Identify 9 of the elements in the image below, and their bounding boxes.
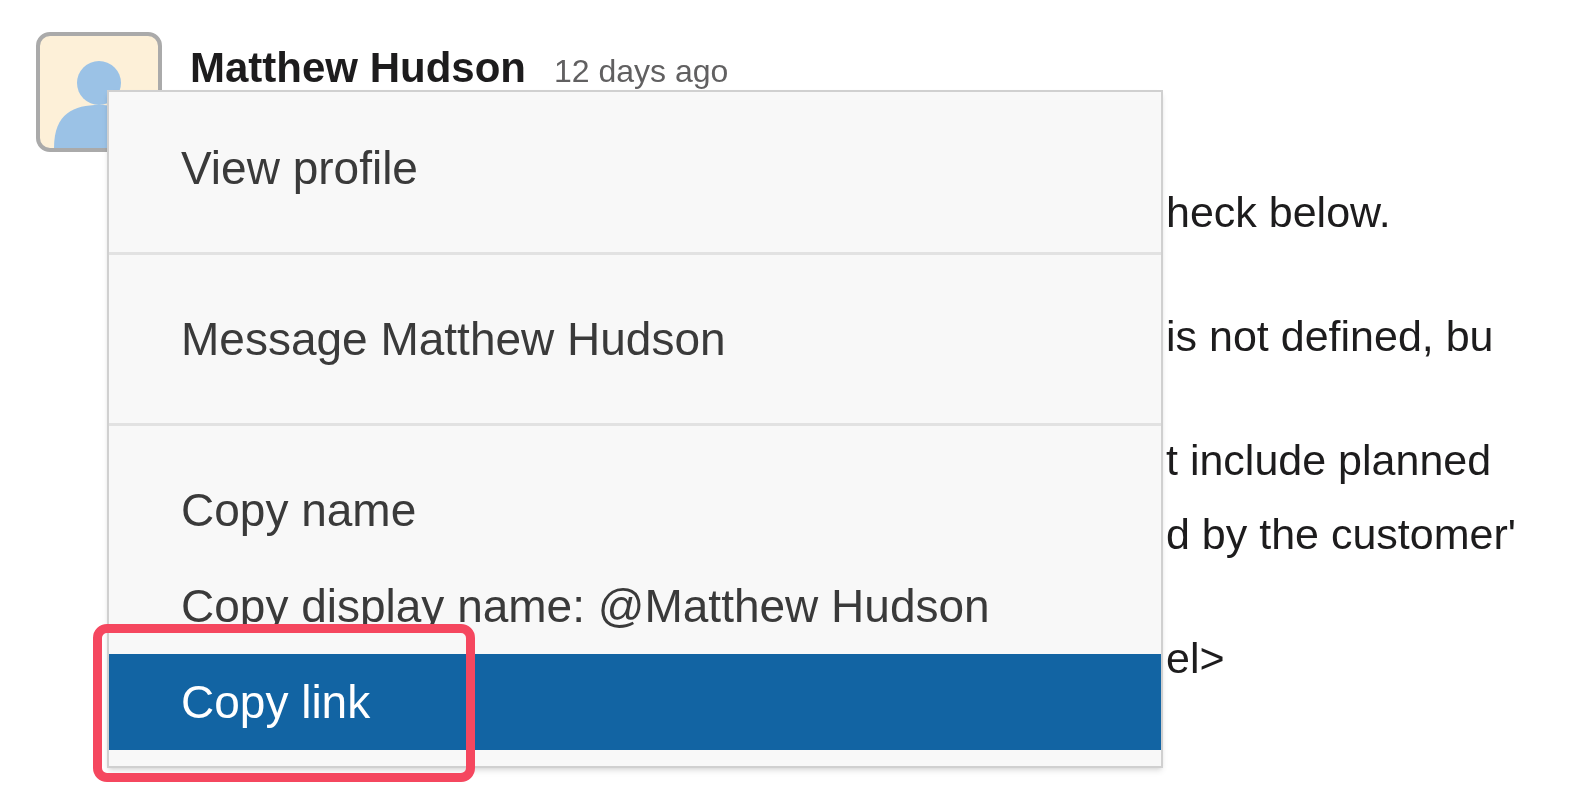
message-text: heck below.	[1166, 187, 1392, 238]
message-text: is not defined, bu	[1166, 311, 1495, 362]
menu-item[interactable]: Message Matthew Hudson	[109, 291, 1161, 387]
menu-item[interactable]: Copy link	[109, 654, 1161, 750]
message-text: d by the customer'	[1166, 509, 1517, 560]
message-text: el>	[1166, 633, 1226, 684]
menu-item[interactable]: View profile	[109, 120, 1161, 216]
message-text: t include planned	[1166, 435, 1493, 486]
menu-item[interactable]: Copy name	[109, 462, 1161, 558]
